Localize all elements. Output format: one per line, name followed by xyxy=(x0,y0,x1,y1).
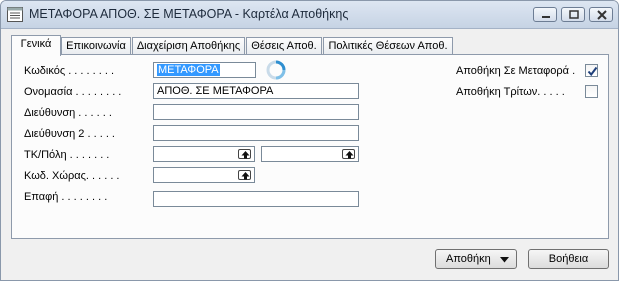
name-label: Ονομασία . . . . . . . . xyxy=(24,86,122,98)
title-bar[interactable]: ΜΕΤΑΦΟΡΑ ΑΠΟΘ. ΣΕ ΜΕΤΑΦΟΡΑ - Καρτέλα Απο… xyxy=(1,1,618,29)
postcode-lookup-button[interactable] xyxy=(238,149,251,159)
checkmark-icon xyxy=(587,66,598,77)
loading-spinner-icon xyxy=(266,60,286,80)
tab-bins[interactable]: Θέσεις Αποθ. xyxy=(246,37,322,55)
app-icon xyxy=(7,7,23,22)
warehouse-menu-button[interactable]: Αποθήκη xyxy=(435,249,517,269)
code-value: ΜΕΤΑΦΟΡΑ xyxy=(157,64,220,76)
tab-bin-policies[interactable]: Πολιτικές Θέσεων Αποθ. xyxy=(323,37,453,55)
help-button[interactable]: Βοήθεια xyxy=(528,249,609,269)
close-icon xyxy=(597,10,607,20)
arrow-up-icon xyxy=(241,172,250,180)
country-code-label: Κωδ. Χώρας. . . . . . xyxy=(24,170,120,182)
maximize-button[interactable] xyxy=(561,7,585,22)
postcode-field[interactable] xyxy=(153,146,255,162)
warehouse-button-label: Αποθήκη xyxy=(446,253,491,265)
address-field[interactable] xyxy=(153,104,359,120)
contact-label: Επαφή . . . . . . . . xyxy=(24,191,108,203)
name-field[interactable]: ΑΠΟΘ. ΣΕ ΜΕΤΑΦΟΡΑ xyxy=(153,83,359,99)
tab-communication[interactable]: Επικοινωνία xyxy=(61,37,131,55)
close-button[interactable] xyxy=(589,7,613,22)
in-transit-label: Αποθήκη Σε Μεταφορά . xyxy=(456,65,576,77)
minimize-icon xyxy=(542,16,550,18)
third-party-label: Αποθήκη Τρίτων. . . . . xyxy=(456,86,565,98)
in-transit-checkbox[interactable] xyxy=(585,64,598,77)
code-label: Κωδικός . . . . . . . . xyxy=(24,65,115,77)
tab-warehouse-management[interactable]: Διαχείριση Αποθήκης xyxy=(132,37,245,55)
code-field[interactable]: ΜΕΤΑΦΟΡΑ xyxy=(153,62,256,78)
address2-label: Διεύθυνση 2 . . . . . xyxy=(24,128,115,140)
address-label: Διεύθυνση . . . . . . xyxy=(24,107,112,119)
address2-field[interactable] xyxy=(153,125,359,141)
maximize-icon xyxy=(569,10,579,19)
dropdown-arrow-icon xyxy=(500,257,509,263)
postcode-city-label: ΤΚ/Πόλη . . . . . . . xyxy=(24,149,110,161)
contact-field[interactable] xyxy=(153,191,359,207)
city-field[interactable] xyxy=(261,146,359,162)
country-lookup-button[interactable] xyxy=(238,170,251,180)
arrow-up-icon xyxy=(345,151,354,159)
card-window: ΜΕΤΑΦΟΡΑ ΑΠΟΘ. ΣΕ ΜΕΤΑΦΟΡΑ - Καρτέλα Απο… xyxy=(0,0,619,281)
third-party-checkbox[interactable] xyxy=(585,85,598,98)
city-lookup-button[interactable] xyxy=(342,149,355,159)
tab-general[interactable]: Γενικά xyxy=(11,35,61,56)
minimize-button[interactable] xyxy=(533,7,557,22)
window-title: ΜΕΤΑΦΟΡΑ ΑΠΟΘ. ΣΕ ΜΕΤΑΦΟΡΑ - Καρτέλα Απο… xyxy=(29,7,349,21)
arrow-up-icon xyxy=(241,151,250,159)
country-code-field[interactable] xyxy=(153,167,255,183)
